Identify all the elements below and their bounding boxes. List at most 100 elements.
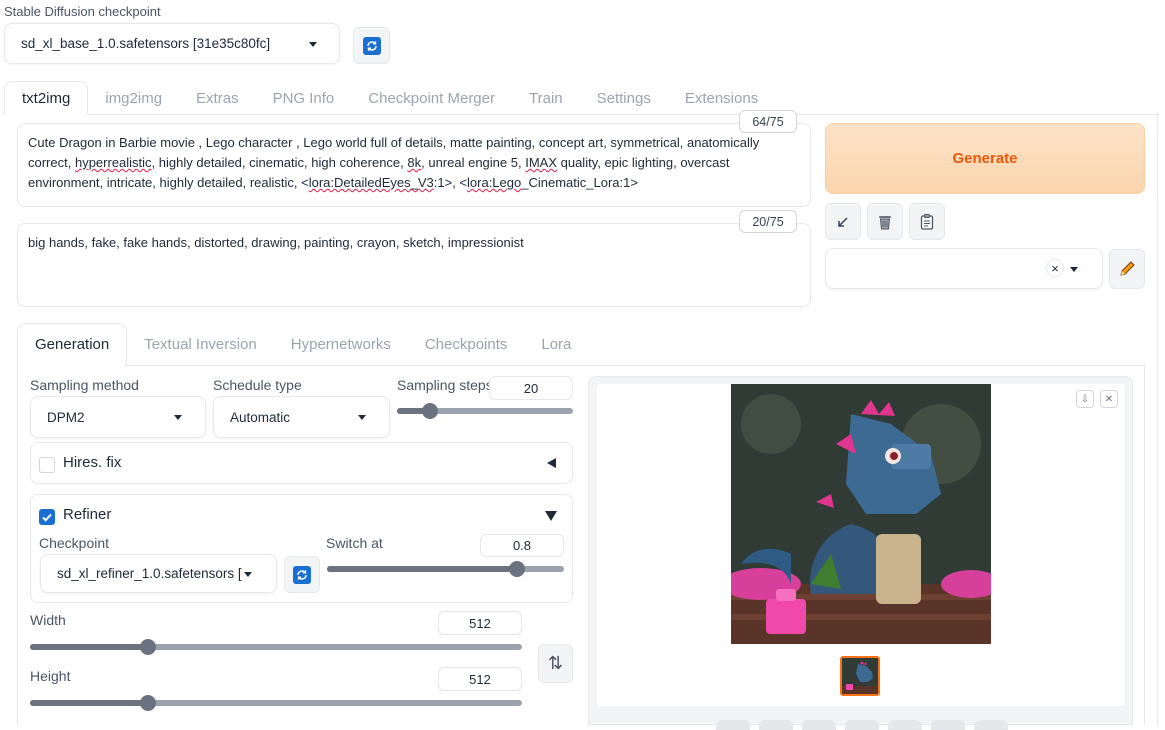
edit-styles-button[interactable] — [1109, 249, 1145, 289]
prompt-text-9: :1>, < — [433, 175, 468, 190]
main-tabs: txt2img img2img Extras PNG Info Checkpoi… — [4, 81, 775, 115]
chevron-down-icon — [1070, 266, 1078, 272]
tab-generation[interactable]: Generation — [17, 323, 128, 366]
subtab-divider — [125, 365, 1145, 366]
output-action-button[interactable] — [888, 720, 922, 730]
checkpoint-select[interactable]: sd_xl_base_1.0.safetensors [31e35c80fc] — [4, 23, 340, 64]
width-input[interactable]: 512 — [438, 611, 522, 635]
width-slider[interactable] — [30, 639, 522, 655]
thumbnail-image — [842, 658, 878, 694]
refiner-checkpoint-select[interactable]: sd_xl_refiner_1.0.safetensors [ — [40, 554, 277, 593]
read-params-button[interactable] — [825, 203, 861, 240]
hires-fix-panel[interactable]: Hires. fix — [30, 442, 573, 484]
output-action-button[interactable] — [845, 720, 879, 730]
switch-at-slider[interactable] — [327, 561, 564, 577]
chevron-down-icon — [309, 41, 317, 47]
schedule-type-label: Schedule type — [213, 377, 302, 393]
tab-txt2img[interactable]: txt2img — [4, 81, 89, 115]
height-label: Height — [30, 668, 71, 684]
tab-extras[interactable]: Extras — [179, 81, 256, 115]
output-action-button[interactable] — [802, 720, 836, 730]
refresh-refiner-button[interactable] — [284, 556, 320, 593]
prompt-text-6: IMAX — [525, 155, 557, 170]
tab-hypernetworks[interactable]: Hypernetworks — [274, 323, 408, 366]
height-input[interactable]: 512 — [438, 667, 522, 691]
generation-tabs: Generation Textual Inversion Hypernetwor… — [17, 323, 588, 366]
slider-thumb[interactable] — [140, 695, 157, 711]
tab-divider — [88, 114, 1158, 115]
checkpoint-value: sd_xl_base_1.0.safetensors [31e35c80fc] — [21, 36, 271, 51]
tab-img2img[interactable]: img2img — [88, 81, 179, 115]
prompt-text-3: , highly detailed, cinematic, high coher… — [151, 155, 408, 170]
sampling-steps-slider[interactable] — [397, 403, 573, 419]
slider-thumb[interactable] — [508, 561, 525, 577]
width-label: Width — [30, 612, 66, 628]
swap-dimensions-button[interactable]: ⇅ — [538, 644, 573, 683]
refiner-checkpoint-label: Checkpoint — [39, 535, 110, 551]
tab-png-info[interactable]: PNG Info — [256, 81, 352, 115]
generated-image[interactable] — [731, 384, 991, 644]
sampling-method-label: Sampling method — [30, 377, 139, 393]
collapse-down-icon[interactable] — [545, 511, 557, 521]
negative-prompt-input[interactable]: big hands, fake, fake hands, distorted, … — [17, 223, 811, 307]
hires-fix-label: Hires. fix — [63, 454, 122, 471]
sampling-method-select[interactable]: DPM2 — [30, 396, 206, 438]
tab-lora[interactable]: Lora — [524, 323, 588, 366]
generate-button[interactable]: Generate — [825, 123, 1145, 194]
download-button[interactable]: ⇩ — [1076, 390, 1094, 408]
sampling-steps-input[interactable]: 20 — [489, 376, 573, 400]
subtab-left-border — [17, 365, 18, 725]
tab-content-border — [1157, 114, 1158, 725]
output-action-button[interactable] — [716, 720, 750, 730]
sampling-method-value: DPM2 — [47, 409, 85, 425]
clear-styles-button[interactable]: × — [1046, 259, 1064, 277]
tab-checkpoint-merger[interactable]: Checkpoint Merger — [351, 81, 512, 115]
prompt-text-11: _Cinematic_Lora:1> — [521, 175, 638, 190]
output-panel: ⇩ ✕ — [588, 376, 1133, 730]
refresh-checkpoint-button[interactable] — [353, 27, 390, 64]
trash-icon — [879, 215, 891, 229]
prompt-input[interactable]: Cute Dragon in Barbie movie , Lego chara… — [17, 123, 811, 207]
chevron-down-icon — [244, 571, 252, 577]
clear-prompt-button[interactable] — [867, 203, 903, 240]
output-action-button[interactable] — [759, 720, 793, 730]
image-thumbnail[interactable] — [840, 656, 880, 696]
tab-train[interactable]: Train — [512, 81, 580, 115]
negative-prompt-token-counter: 20/75 — [739, 210, 797, 233]
output-action-button[interactable] — [974, 720, 1008, 730]
checkmark-icon — [42, 513, 52, 522]
styles-select[interactable]: × — [825, 248, 1103, 289]
subtab-right-border — [1144, 365, 1145, 725]
generate-label: Generate — [952, 150, 1018, 167]
height-slider[interactable] — [30, 695, 522, 711]
gallery: ⇩ ✕ — [597, 384, 1125, 706]
switch-at-input[interactable]: 0.8 — [480, 534, 564, 557]
tab-textual-inversion[interactable]: Textual Inversion — [127, 323, 274, 366]
slider-thumb[interactable] — [140, 639, 157, 655]
schedule-type-select[interactable]: Automatic — [213, 396, 390, 438]
prompt-text-8: lora:DetailedEyes_V3 — [308, 175, 434, 190]
output-action-button[interactable] — [931, 720, 965, 730]
paste-styles-button[interactable] — [909, 203, 945, 240]
dragon-image — [731, 384, 991, 644]
tab-checkpoints[interactable]: Checkpoints — [408, 323, 525, 366]
swap-icon: ⇅ — [547, 653, 564, 673]
refresh-icon — [293, 565, 311, 584]
prompt-token-counter: 64/75 — [739, 110, 797, 133]
arrow-diagonal-icon — [838, 216, 848, 227]
prompt-text-2: hyperrealistic — [74, 155, 152, 170]
slider-thumb[interactable] — [422, 403, 439, 419]
tab-settings[interactable]: Settings — [580, 81, 668, 115]
refiner-checkbox[interactable] — [39, 509, 55, 525]
close-image-button[interactable]: ✕ — [1100, 390, 1118, 408]
refresh-icon — [362, 36, 381, 55]
prompt-text-4: 8k — [407, 155, 422, 170]
collapse-left-icon — [547, 458, 556, 468]
switch-at-label: Switch at — [326, 535, 383, 551]
chevron-down-icon — [174, 415, 182, 420]
negative-prompt-text: big hands, fake, fake hands, distorted, … — [28, 235, 524, 250]
refiner-panel: Refiner Checkpoint sd_xl_refiner_1.0.saf… — [30, 494, 573, 603]
prompt-text-5: , unreal engine 5, — [421, 155, 526, 170]
hires-fix-checkbox[interactable] — [39, 457, 55, 473]
refiner-label: Refiner — [63, 506, 112, 523]
